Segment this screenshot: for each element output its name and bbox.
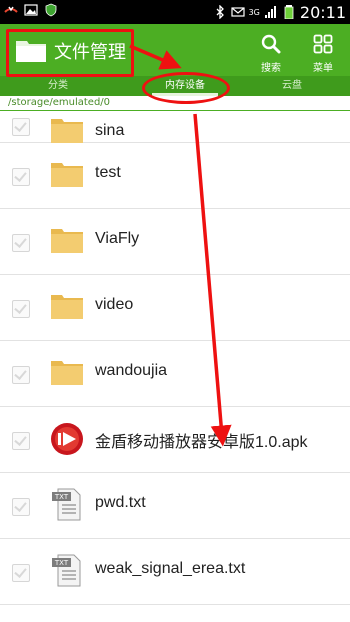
annotation-arrow-right — [129, 44, 182, 70]
annotation-arrows — [129, 44, 232, 447]
annotation-arrow-down — [193, 113, 232, 447]
